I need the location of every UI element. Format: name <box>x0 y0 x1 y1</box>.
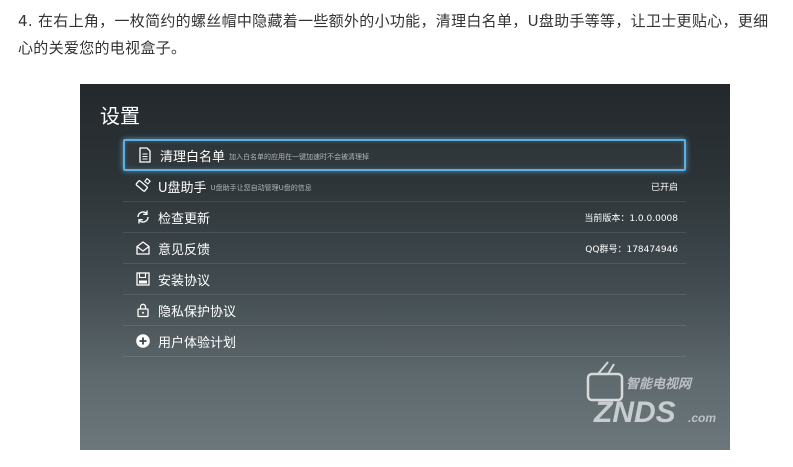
menu-item-user-experience-plan[interactable]: 用户体验计划 <box>123 326 686 357</box>
settings-menu: 清理白名单 加入白名单的应用在一键加速时不会被清理掉 U盘助手 U盘助手让您自动… <box>123 139 686 357</box>
refresh-icon <box>134 208 152 226</box>
menu-item-install-agreement[interactable]: 安装协议 <box>123 264 686 295</box>
plus-circle-icon <box>134 332 152 350</box>
znds-watermark-logo: 智能电视网 ZNDS .com <box>586 361 716 429</box>
save-icon <box>134 270 152 288</box>
menu-item-label: 检查更新 <box>158 211 211 227</box>
menu-item-usb-helper[interactable]: U盘助手 U盘助手让您自动管理U盘的信息 已开启 <box>123 171 686 202</box>
menu-item-privacy-agreement[interactable]: 隐私保护协议 <box>123 295 686 326</box>
menu-item-label: 隐私保护协议 <box>158 304 237 320</box>
menu-item-description: U盘助手让您自动管理U盘的信息 <box>210 183 312 192</box>
article-caption: 4. 在右上角，一枚简约的螺丝帽中隐藏着一些额外的小功能，清理白名单，U盘助手等… <box>18 12 769 57</box>
menu-item-clean-whitelist[interactable]: 清理白名单 加入白名单的应用在一键加速时不会被清理掉 <box>123 139 686 171</box>
svg-text:ZNDS: ZNDS <box>593 396 676 429</box>
menu-item-description: 加入白名单的应用在一键加速时不会被清理掉 <box>229 152 370 161</box>
lock-icon <box>134 301 152 319</box>
menu-item-feedback[interactable]: 意见反馈 QQ群号：178474946 <box>123 233 686 264</box>
menu-item-label: U盘助手 <box>158 180 207 196</box>
page-title: 设置 <box>100 104 140 128</box>
menu-item-label: 用户体验计划 <box>158 335 237 351</box>
menu-item-label: 安装协议 <box>158 273 211 289</box>
menu-item-label: 意见反馈 <box>158 242 211 258</box>
qq-group-number: QQ群号：178474946 <box>585 244 678 255</box>
usb-helper-status: 已开启 <box>650 182 678 193</box>
document-icon <box>136 146 154 164</box>
mail-icon <box>134 239 152 257</box>
svg-text:智能电视网: 智能电视网 <box>626 376 693 391</box>
svg-text:.com: .com <box>688 411 716 425</box>
usb-icon <box>134 177 152 195</box>
menu-item-check-update[interactable]: 检查更新 当前版本：1.0.0.0008 <box>123 202 686 233</box>
tv-settings-screen: 设置 清理白名单 加入白名单的应用在一键加速时不会被清理掉 U盘助手 U盘助手让… <box>80 84 730 450</box>
menu-item-label: 清理白名单 <box>160 149 226 165</box>
current-version: 当前版本：1.0.0.0008 <box>584 213 678 224</box>
